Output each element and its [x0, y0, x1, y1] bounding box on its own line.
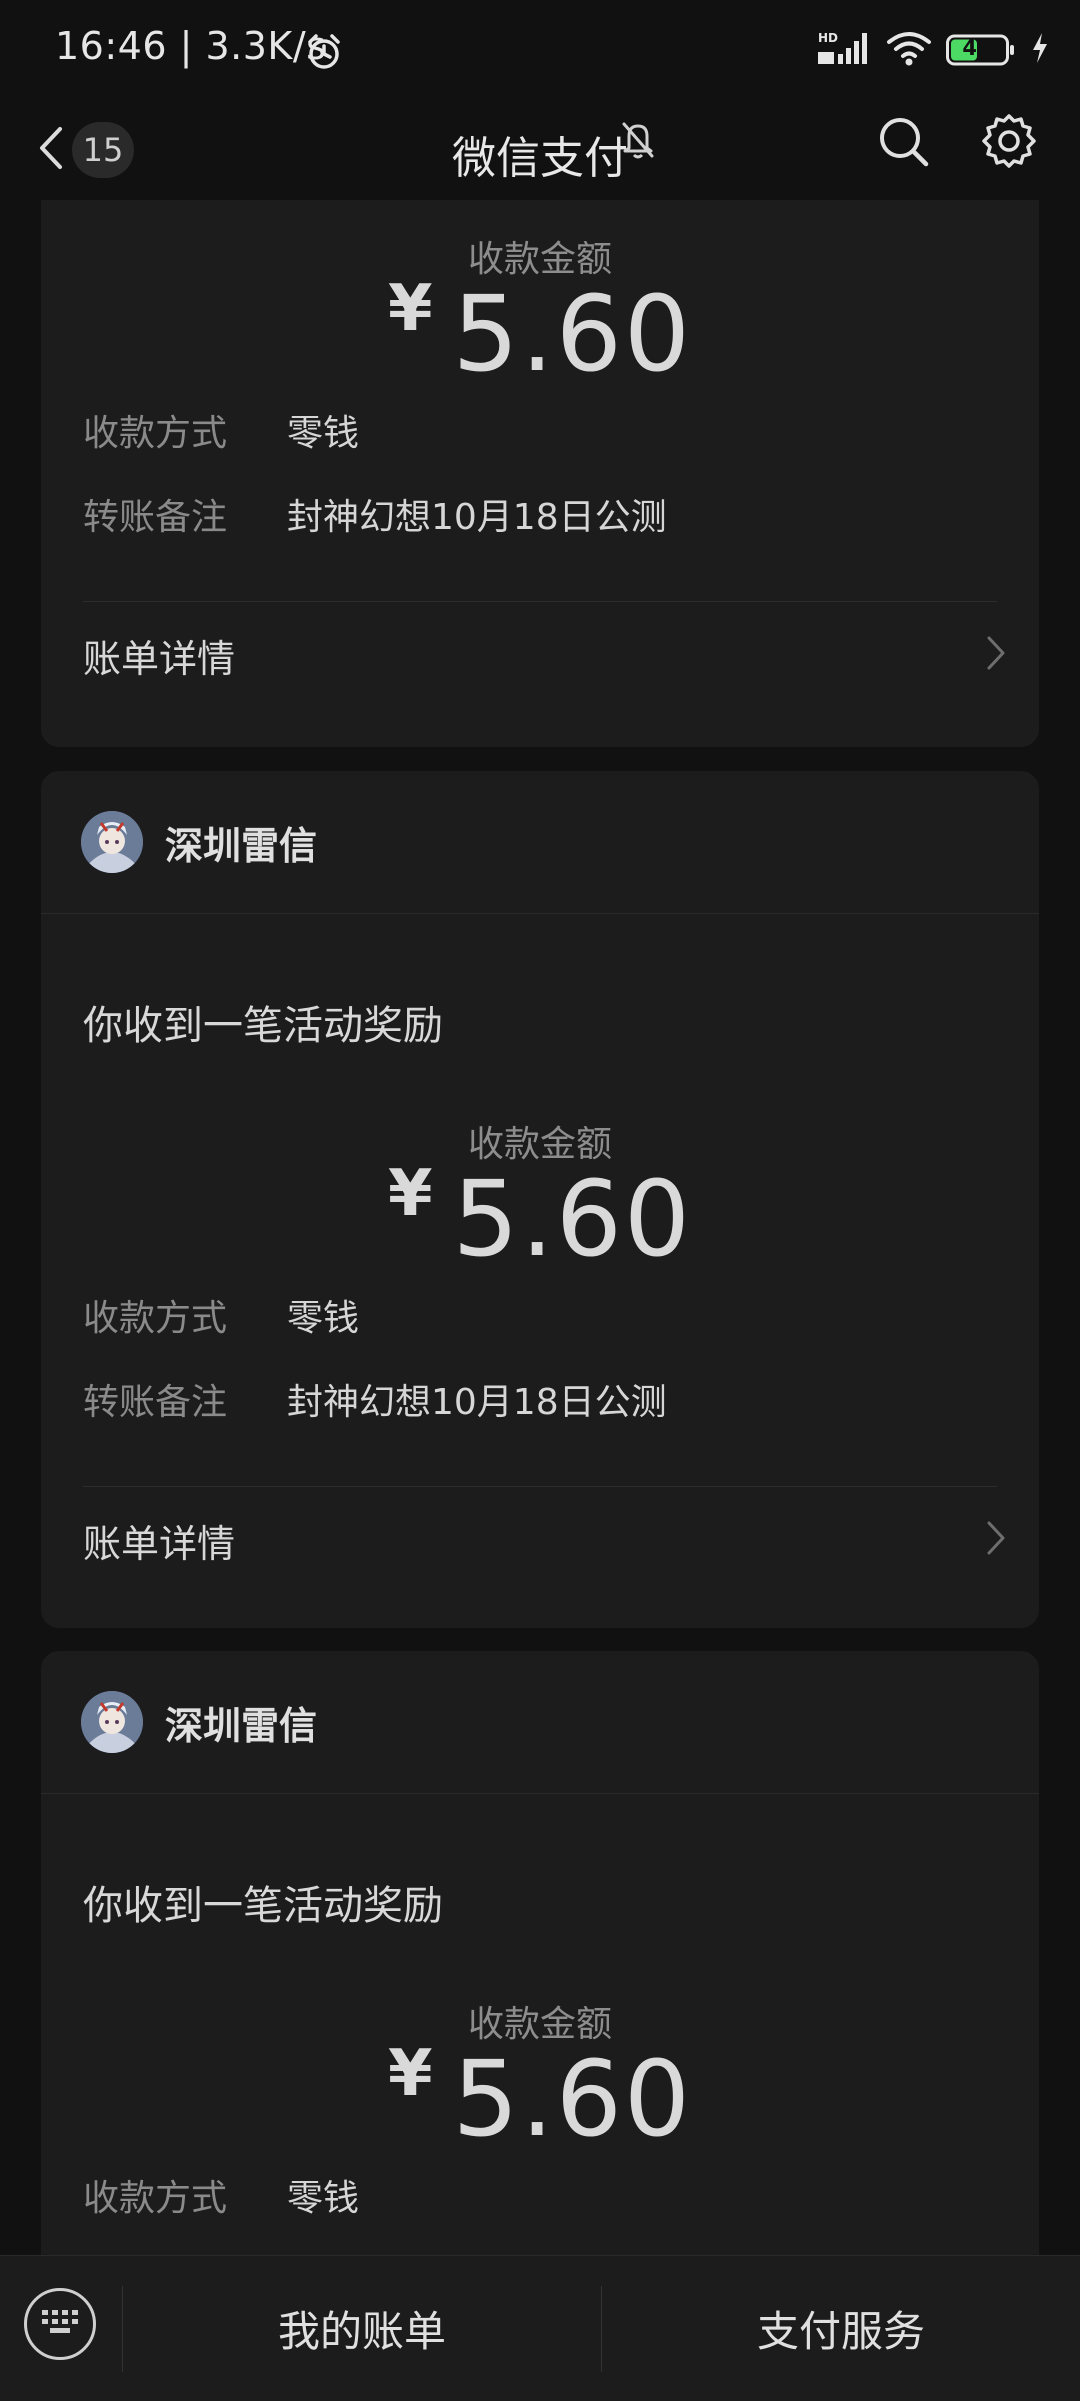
transfer-note-row: 转账备注 封神幻想10月18日公测	[83, 488, 667, 540]
keyboard-icon	[40, 2307, 80, 2341]
merchant-name: 深圳雷信	[165, 824, 318, 868]
amount-number: 5.60	[452, 273, 693, 395]
page-title-text: 微信支付	[452, 133, 628, 184]
battery-level: 47	[962, 36, 992, 60]
merchant-avatar	[81, 811, 143, 873]
bill-detail-row[interactable]: 账单详情	[83, 1495, 1007, 1585]
bottom-bar: 我的账单 支付服务	[0, 2255, 1080, 2401]
payment-card: 深圳雷信 你收到一笔活动奖励 收款金额 ¥5.60 收款方式 零钱	[41, 1651, 1039, 2255]
merchant-header[interactable]: 深圳雷信	[41, 771, 1039, 914]
payment-method-label: 收款方式	[83, 2178, 228, 2219]
payment-card: 收款金额 ¥5.60 收款方式 零钱 转账备注 封神幻想10月18日公测 账单详情	[41, 200, 1039, 747]
transfer-note-value: 封神幻想10月18日公测	[287, 1382, 667, 1423]
currency-symbol: ¥	[387, 272, 433, 346]
keyboard-toggle-button[interactable]	[24, 2288, 96, 2360]
alarm-icon	[304, 32, 344, 76]
battery-icon: 47	[946, 33, 1016, 67]
hd-signal-icon: HD	[818, 30, 872, 70]
tab-payment-services[interactable]: 支付服务	[602, 2256, 1080, 2401]
search-button[interactable]	[876, 114, 932, 174]
merchant-name: 深圳雷信	[165, 1704, 318, 1748]
payment-method-value: 零钱	[287, 2178, 360, 2219]
bill-detail-label: 账单详情	[83, 636, 236, 681]
transfer-note-value: 封神幻想10月18日公测	[287, 497, 667, 538]
notification-title: 你收到一笔活动奖励	[83, 1883, 443, 1929]
bill-detail-label: 账单详情	[83, 1521, 236, 1566]
gear-icon	[980, 114, 1038, 174]
currency-symbol: ¥	[387, 2037, 433, 2111]
amount-number: 5.60	[452, 2038, 693, 2160]
tab-my-bills-label: 我的账单	[277, 2307, 446, 2356]
currency-symbol: ¥	[387, 1157, 433, 1231]
notification-title: 你收到一笔活动奖励	[83, 1003, 443, 1049]
transfer-note-row: 转账备注 封神幻想10月18日公测	[83, 1373, 667, 1425]
payment-card: 深圳雷信 你收到一笔活动奖励 收款金额 ¥5.60 收款方式 零钱 转账备注 封神幻…	[41, 771, 1039, 1628]
charging-icon	[1030, 31, 1050, 69]
status-bar: 16:46 | 3.3K/s HD 47	[0, 0, 1080, 100]
merchant-header[interactable]: 深圳雷信	[41, 1651, 1039, 1794]
payment-method-row: 收款方式 零钱	[83, 404, 359, 456]
transfer-note-label: 转账备注	[83, 497, 228, 538]
tab-my-bills[interactable]: 我的账单	[123, 2256, 601, 2401]
settings-button[interactable]	[980, 112, 1038, 174]
payment-method-row: 收款方式 零钱	[83, 1289, 359, 1341]
payment-method-label: 收款方式	[83, 1298, 228, 1339]
divider	[83, 601, 997, 602]
amount-value: ¥5.60	[41, 1157, 1039, 1280]
search-icon	[876, 118, 932, 174]
payment-method-row: 收款方式 零钱	[83, 2169, 359, 2221]
amount-number: 5.60	[452, 1158, 693, 1280]
chevron-right-icon	[985, 634, 1007, 676]
chevron-right-icon	[985, 1519, 1007, 1561]
payment-method-value: 零钱	[287, 1298, 360, 1339]
bell-muted-icon	[620, 118, 656, 164]
svg-text:HD: HD	[818, 31, 838, 45]
tab-payment-services-label: 支付服务	[756, 2307, 925, 2356]
bill-detail-row[interactable]: 账单详情	[83, 610, 1007, 700]
status-time: 16:46 | 3.3K/s	[55, 24, 327, 68]
wifi-icon	[886, 30, 932, 70]
amount-value: ¥5.60	[41, 2037, 1039, 2160]
payment-method-label: 收款方式	[83, 413, 228, 454]
amount-value: ¥5.60	[41, 272, 1039, 395]
merchant-avatar	[81, 1691, 143, 1753]
payment-method-value: 零钱	[287, 413, 360, 454]
divider	[83, 1486, 997, 1487]
message-list[interactable]: 收款金额 ¥5.60 收款方式 零钱 转账备注 封神幻想10月18日公测 账单详情	[0, 200, 1080, 2255]
transfer-note-label: 转账备注	[83, 1382, 228, 1423]
